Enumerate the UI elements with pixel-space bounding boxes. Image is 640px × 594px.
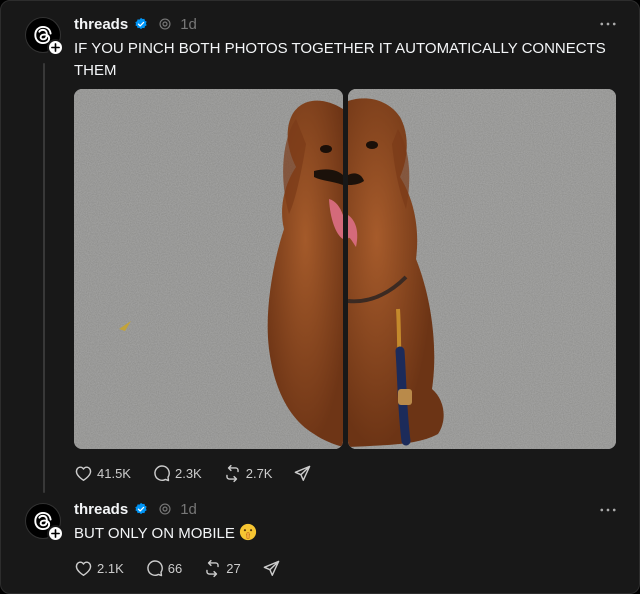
threads-glyph-icon xyxy=(159,18,171,30)
reply-button[interactable]: 66 xyxy=(145,559,182,578)
verified-badge-icon xyxy=(135,17,147,30)
repost-icon xyxy=(206,559,219,577)
share-button[interactable] xyxy=(262,559,281,578)
send-icon xyxy=(295,465,311,481)
post-text: IF YOU PINCH BOTH PHOTOS TOGETHER IT AUT… xyxy=(74,40,606,79)
like-count: 41.5K xyxy=(97,465,131,481)
follow-plus-icon[interactable] xyxy=(47,39,64,56)
post-header: threads 1d xyxy=(74,14,197,34)
threads-feed: threads 1d IF YOU PINCH BOTH PHOTOS TOGE… xyxy=(0,0,640,594)
like-button[interactable]: 2.1K xyxy=(74,559,124,578)
more-options-button[interactable] xyxy=(599,15,617,33)
reply-bubble-icon xyxy=(154,464,170,481)
send-icon xyxy=(263,560,280,576)
post-text: BUT ONLY ON MOBILE xyxy=(74,523,614,548)
verified-badge-icon xyxy=(135,502,147,515)
threads-glyph-icon xyxy=(159,503,171,515)
repost-count: 2.7K xyxy=(245,465,273,481)
shushing-face-emoji xyxy=(239,523,257,548)
share-button[interactable] xyxy=(293,464,312,483)
thread-connector-line xyxy=(43,63,45,493)
post-time: 1d xyxy=(180,15,197,33)
left-half-dog-photo[interactable] xyxy=(74,89,343,449)
reply-bubble-icon xyxy=(147,559,163,576)
reply-count: 2.3K xyxy=(174,465,202,481)
post-text-content: BUT ONLY ON MOBILE xyxy=(74,525,235,542)
heart-icon xyxy=(75,465,92,481)
thread-reply-post[interactable]: threads 1d BUT ONLY ON MOBILE 2.1K 66 27 xyxy=(1,489,639,593)
threads-avatar[interactable] xyxy=(25,17,64,56)
heart-icon xyxy=(75,560,92,576)
username[interactable]: threads xyxy=(74,501,128,518)
post-actions: 2.1K 66 27 xyxy=(74,556,281,580)
right-half-dog-photo[interactable] xyxy=(348,89,616,449)
repost-button[interactable]: 27 xyxy=(203,559,241,578)
follow-plus-icon[interactable] xyxy=(47,525,64,542)
more-options-icon xyxy=(600,508,616,512)
like-count: 2.1K xyxy=(97,560,124,576)
like-button[interactable]: 41.5K xyxy=(74,464,131,483)
more-options-button[interactable] xyxy=(599,501,617,519)
post-header: threads 1d xyxy=(74,499,197,519)
username[interactable]: threads xyxy=(74,16,128,33)
post-time: 1d xyxy=(180,500,197,518)
reply-count: 66 xyxy=(167,560,183,576)
thread-post[interactable]: threads 1d IF YOU PINCH BOTH PHOTOS TOGE… xyxy=(1,1,639,493)
threads-avatar[interactable] xyxy=(25,503,64,542)
reply-button[interactable]: 2.3K xyxy=(152,464,202,483)
post-actions: 41.5K 2.3K 2.7K xyxy=(74,461,312,485)
more-options-icon xyxy=(600,22,616,26)
repost-count: 27 xyxy=(226,560,241,576)
repost-icon xyxy=(225,464,239,482)
repost-button[interactable]: 2.7K xyxy=(223,464,273,483)
